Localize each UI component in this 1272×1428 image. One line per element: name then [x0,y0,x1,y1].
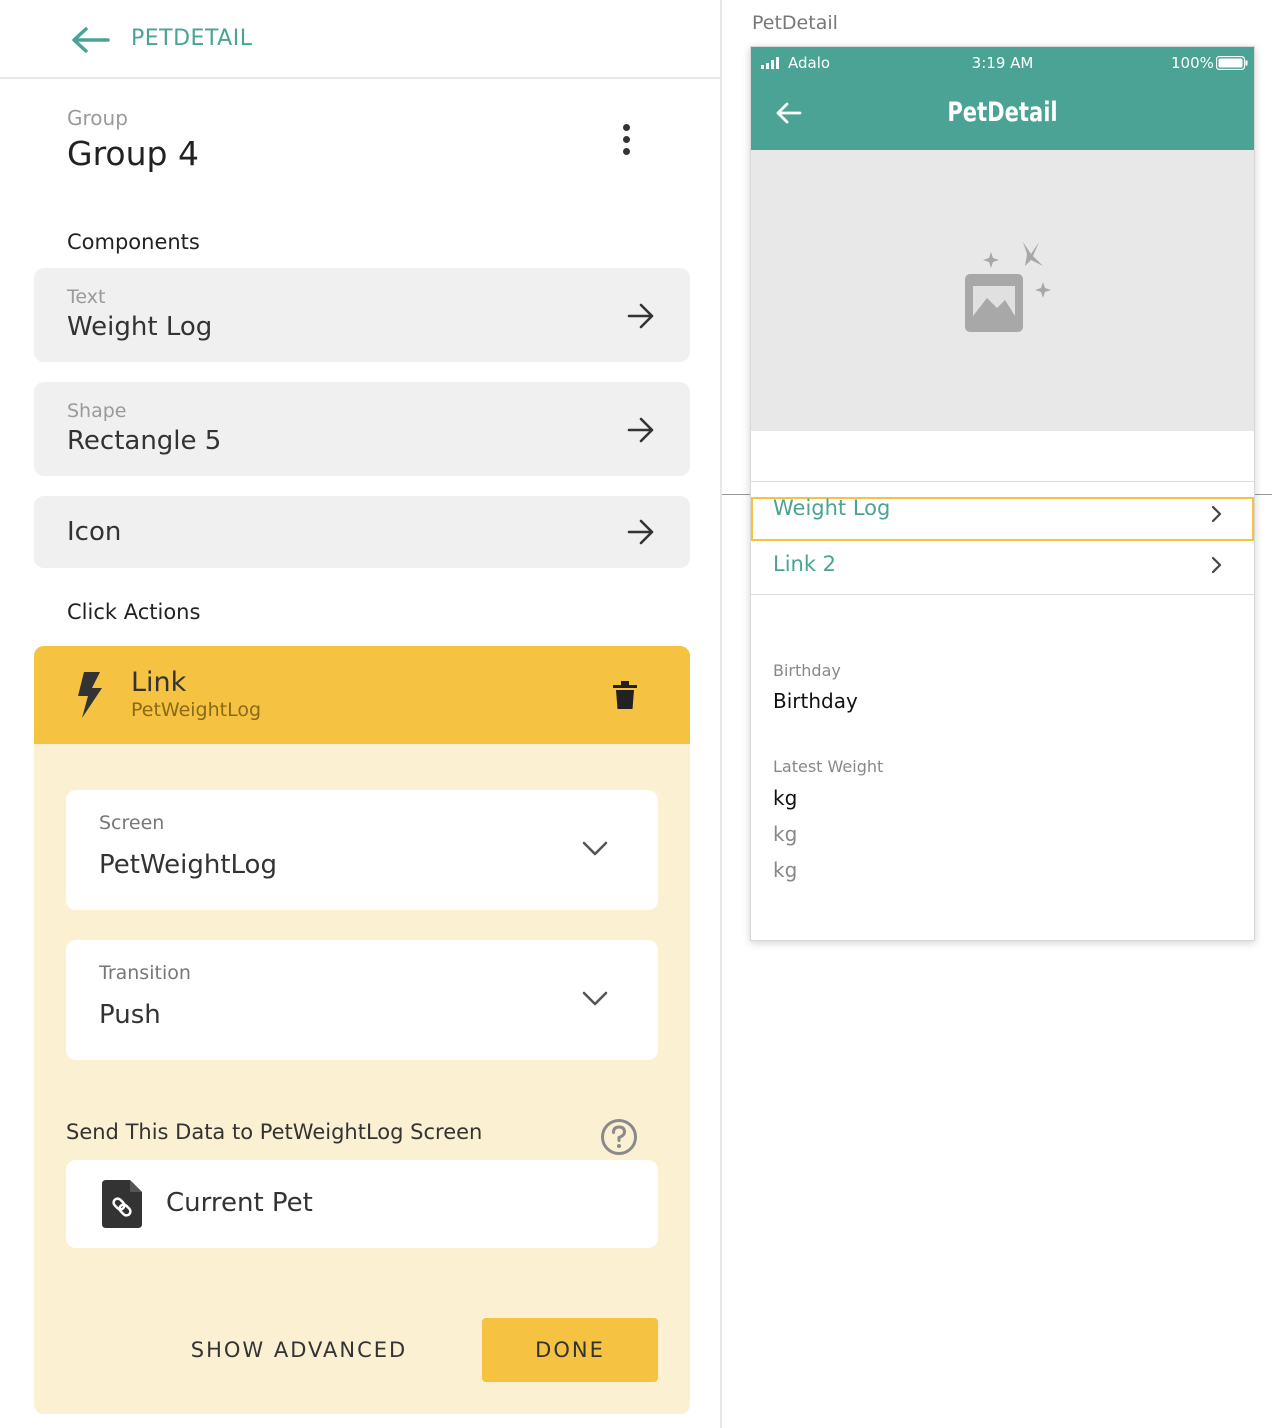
screen-title[interactable]: PETDETAIL [131,26,252,51]
phone-screen-title: PetDetail [947,97,1058,128]
panel-header: PETDETAIL [0,0,722,79]
canvas-screen-label[interactable]: PetDetail [752,12,838,34]
image-placeholder-icon [965,242,1051,332]
components-heading: Components [67,230,200,254]
link-action-card: Link PetWeightLog Screen PetWeightLog Tr… [34,646,690,1414]
divider [751,481,1254,482]
show-advanced-button[interactable]: SHOW ADVANCED [154,1318,444,1382]
done-button[interactable]: DONE [482,1318,658,1382]
group-type-label: Group [67,106,128,130]
action-subtitle: PetWeightLog [131,699,262,721]
chevron-down-icon [582,991,608,1006]
data-value: Current Pet [166,1188,313,1218]
component-item-weight-log[interactable]: Text Weight Log [34,268,690,362]
group-name: Group 4 [67,134,199,173]
action-header[interactable]: Link PetWeightLog [34,646,690,744]
component-item-rectangle[interactable]: Shape Rectangle 5 [34,382,690,476]
phone-preview[interactable]: Adalo 3:19 AM 100% PetDetail Weight Log … [750,46,1255,941]
back-arrow-icon[interactable] [775,101,803,125]
properties-panel: PETDETAIL Group Group 4 Components Text … [0,0,722,1428]
image-placeholder [751,150,1254,431]
screen-label: Screen [99,812,165,834]
chevron-right-icon [1211,556,1222,574]
link-connector-line [722,494,750,495]
transition-label: Transition [99,962,191,984]
link-connector-line [1255,494,1272,495]
weight-value: kg [773,786,798,810]
arrow-right-icon [627,303,654,329]
list-link-weight-log[interactable]: Weight Log [773,496,890,520]
chevron-down-icon [582,841,608,856]
birthday-value: Birthday [773,689,858,713]
arrow-right-icon [627,519,654,545]
action-title: Link [131,667,187,698]
component-name: Icon [67,517,122,547]
birthday-label: Birthday [773,661,841,680]
weight-value: kg [773,822,798,846]
click-actions-heading: Click Actions [67,600,201,624]
component-type: Shape [67,400,127,422]
component-name: Rectangle 5 [67,426,222,456]
app-bar: Adalo 3:19 AM 100% PetDetail [751,47,1254,150]
trash-icon[interactable] [612,680,638,710]
transition-select[interactable]: Transition Push [66,940,658,1060]
back-arrow-icon[interactable] [70,24,110,56]
document-link-icon [102,1180,142,1228]
help-icon[interactable] [600,1118,638,1156]
component-name: Weight Log [67,312,213,342]
status-battery-percent: 100% [1171,54,1214,72]
data-select[interactable]: Current Pet [66,1160,658,1248]
screen-select[interactable]: Screen PetWeightLog [66,790,658,910]
divider [751,594,1254,595]
list-link-2[interactable]: Link 2 [773,552,836,576]
battery-icon [1216,56,1248,70]
arrow-right-icon [627,417,654,443]
send-data-heading: Send This Data to PetWeightLog Screen [66,1120,483,1144]
component-item-icon[interactable]: Icon [34,496,690,568]
chevron-right-icon [1211,505,1222,523]
more-options-icon[interactable] [612,120,640,160]
latest-weight-label: Latest Weight [773,757,884,776]
screen-value: PetWeightLog [99,850,277,880]
lightning-bolt-icon [78,672,102,718]
weight-value: kg [773,858,798,882]
component-type: Text [67,286,106,308]
transition-value: Push [99,1000,161,1030]
